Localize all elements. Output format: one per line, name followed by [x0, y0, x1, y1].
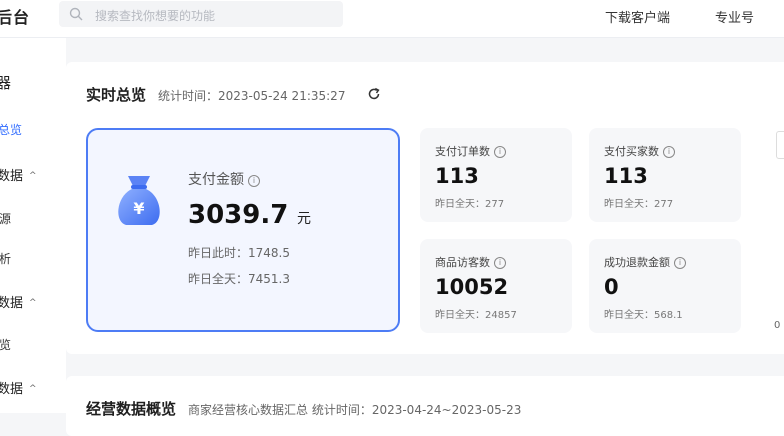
sidebar-item-overview-2[interactable]: 览	[0, 336, 11, 353]
partial-text: 0	[774, 320, 781, 331]
info-icon[interactable]: i	[674, 257, 686, 269]
payment-amount-card[interactable]: ¥ 支付金额 i 3039.7 元 昨日此时：1748.5 昨日全天：7451.3	[86, 128, 400, 332]
metric-label: 支付订单数 i	[435, 143, 506, 159]
info-icon[interactable]: i	[663, 146, 675, 158]
operations-subtitle: 商家经营核心数据汇总 统计时间：2023-04-24~2023-05-23	[188, 403, 522, 417]
sidebar-group-header: 器	[0, 74, 12, 92]
metric-card-refund-amount[interactable]: 成功退款金额 i 0 昨日全天：568.1	[589, 239, 741, 333]
sidebar-item-analysis[interactable]: 析	[0, 250, 11, 267]
svg-text:¥: ¥	[133, 199, 144, 218]
metric-label-text: 商品访客数	[435, 256, 490, 269]
payment-amount-label-text: 支付金额	[188, 172, 244, 188]
sidebar-group-2-label: 数据	[0, 296, 24, 311]
payment-amount-label: 支付金额 i	[188, 169, 260, 189]
info-icon[interactable]: i	[494, 257, 506, 269]
payment-amount-value: 3039.7	[188, 200, 289, 230]
metric-label-text: 支付订单数	[435, 145, 490, 158]
info-icon[interactable]: i	[248, 175, 260, 187]
sidebar-group-3[interactable]: 数据 ^	[0, 378, 37, 397]
info-icon[interactable]: i	[494, 146, 506, 158]
metric-label-text: 支付买家数	[604, 145, 659, 158]
sidebar-item-overview[interactable]: 总览	[0, 121, 22, 138]
brand-title: 后台	[0, 8, 31, 27]
top-bar: 后台 搜索查找你想要的功能 下载客户端 专业号	[0, 0, 784, 38]
metric-label: 成功退款金额 i	[604, 254, 686, 270]
sidebar: 器 总览 数据 ^ 源 析 数据 ^ 览 数据 ^	[0, 38, 66, 413]
metric-value: 10052	[435, 275, 509, 299]
stat-time: 统计时间：2023-05-24 21:35:27	[158, 89, 346, 103]
money-bag-icon: ¥	[118, 176, 160, 225]
yesterday-now: 昨日此时：1748.5	[188, 246, 290, 260]
metric-label: 商品访客数 i	[435, 254, 506, 270]
operations-overview-card: 经营数据概览 商家经营核心数据汇总 统计时间：2023-04-24~2023-0…	[66, 376, 784, 436]
metric-sub: 昨日全天：24857	[435, 310, 517, 321]
sidebar-group-3-label: 数据	[0, 382, 24, 397]
metric-value: 113	[435, 164, 479, 188]
metric-sub: 昨日全天：277	[435, 199, 505, 210]
chevron-up-icon: ^	[29, 171, 37, 181]
metric-value: 0	[604, 275, 619, 299]
metric-value: 113	[604, 164, 648, 188]
partial-control[interactable]	[776, 131, 784, 159]
yesterday-all: 昨日全天：7451.3	[188, 272, 290, 286]
metric-card-paid-orders[interactable]: 支付订单数 i 113 昨日全天：277	[420, 128, 572, 222]
sidebar-group-2[interactable]: 数据 ^	[0, 292, 37, 311]
search-icon	[69, 7, 83, 21]
realtime-title: 实时总览	[86, 86, 147, 104]
search-placeholder: 搜索查找你想要的功能	[95, 9, 216, 23]
metric-label: 支付买家数 i	[604, 143, 675, 159]
metric-label-text: 成功退款金额	[604, 256, 670, 269]
chevron-up-icon: ^	[29, 384, 37, 394]
sidebar-group-1-label: 数据	[0, 169, 24, 184]
search-input[interactable]: 搜索查找你想要的功能	[59, 1, 343, 27]
metric-card-visitors[interactable]: 商品访客数 i 10052 昨日全天：24857	[420, 239, 572, 333]
operations-title: 经营数据概览	[86, 400, 177, 418]
sidebar-group-1[interactable]: 数据 ^	[0, 165, 37, 184]
metric-sub: 昨日全天：568.1	[604, 310, 683, 321]
realtime-overview-card: 实时总览 统计时间：2023-05-24 21:35:27 ¥ 支付金额 i 30…	[66, 62, 784, 354]
download-client-link[interactable]: 下载客户端	[605, 7, 670, 26]
refresh-icon[interactable]	[367, 87, 381, 101]
payment-amount-unit: 元	[297, 211, 311, 227]
metric-sub: 昨日全天：277	[604, 199, 674, 210]
pro-account-link[interactable]: 专业号	[715, 7, 754, 26]
chevron-up-icon: ^	[29, 298, 37, 308]
sidebar-item-source[interactable]: 源	[0, 210, 11, 227]
metric-card-paid-buyers[interactable]: 支付买家数 i 113 昨日全天：277	[589, 128, 741, 222]
